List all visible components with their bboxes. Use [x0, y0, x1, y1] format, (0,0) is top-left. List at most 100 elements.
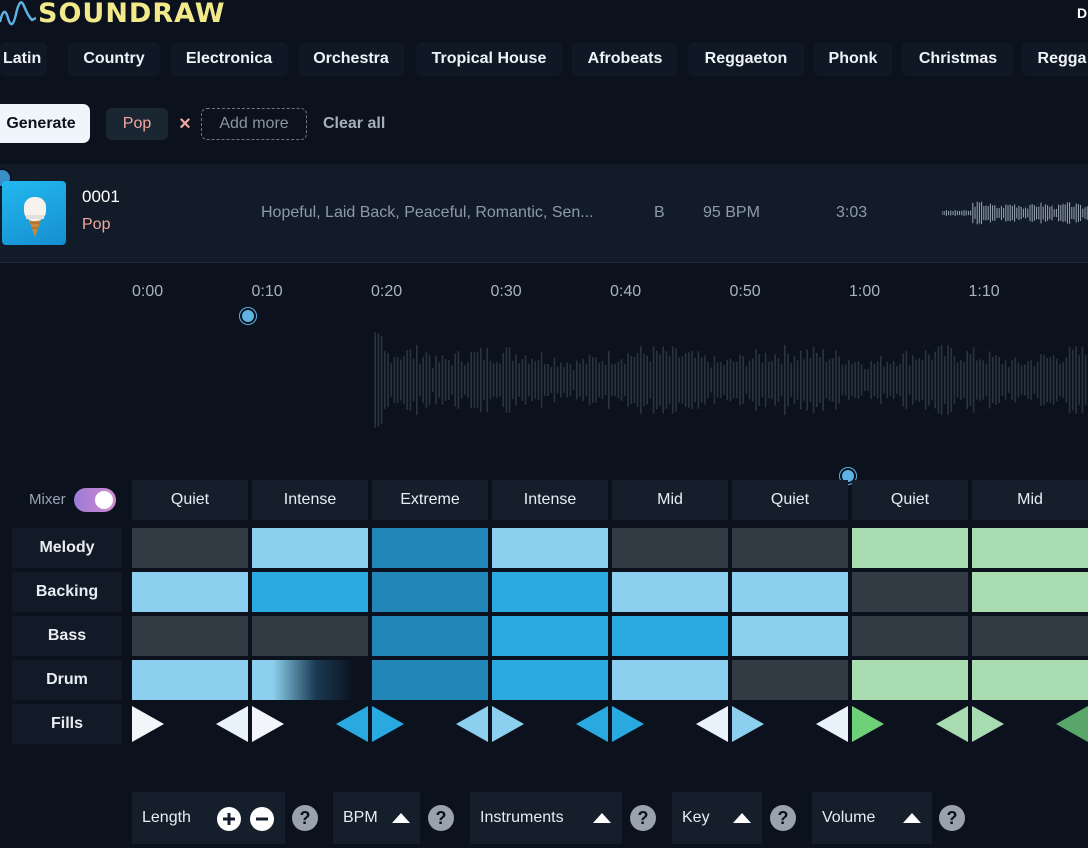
section-header[interactable]: Extreme	[372, 480, 488, 520]
mixer-cell-bass[interactable]	[972, 616, 1088, 656]
genre-chip-pop[interactable]: Pop	[106, 108, 168, 140]
fill-out-marker[interactable]	[456, 706, 488, 742]
timeline-tick: 0:00	[132, 283, 164, 300]
genre-tab-orchestra[interactable]: Orchestra	[298, 42, 404, 76]
mixer-cell-melody[interactable]	[492, 528, 608, 568]
mixer-cell-melody[interactable]	[372, 528, 488, 568]
fill-out-marker[interactable]	[816, 706, 848, 742]
mixer-cell-backing[interactable]	[732, 572, 848, 612]
mixer-cell-melody[interactable]	[852, 528, 968, 568]
fill-out-marker[interactable]	[696, 706, 728, 742]
bpm-label: BPM	[343, 809, 378, 826]
mixer-cell-drum[interactable]	[852, 660, 968, 700]
fill-in-marker[interactable]	[372, 706, 404, 742]
genre-tab-reggaeton[interactable]: Reggaeton	[688, 42, 804, 76]
instruments-control[interactable]: Instruments	[470, 792, 622, 844]
timeline-tick: 0:40	[610, 283, 642, 300]
mixer-cell-backing[interactable]	[612, 572, 728, 612]
mixer-cell-backing[interactable]	[852, 572, 968, 612]
minus-circle-icon[interactable]	[249, 806, 275, 832]
genre-tab-regga[interactable]: Regga	[1022, 42, 1088, 76]
fill-out-marker[interactable]	[576, 706, 608, 742]
mixer-toggle[interactable]	[74, 488, 116, 512]
clear-all-button[interactable]: Clear all	[323, 108, 385, 140]
track-number: 0001	[82, 187, 120, 206]
section-header[interactable]: Intense	[492, 480, 608, 520]
generate-button[interactable]: Generate	[0, 104, 90, 143]
mixer-cell-backing[interactable]	[252, 572, 368, 612]
fill-in-marker[interactable]	[852, 706, 884, 742]
track-bpm: 95 BPM	[703, 204, 760, 221]
fill-in-marker[interactable]	[972, 706, 1004, 742]
section-header[interactable]: Quiet	[732, 480, 848, 520]
key-label: Key	[682, 809, 710, 826]
genre-tab-christmas[interactable]: Christmas	[902, 42, 1014, 76]
fill-out-marker[interactable]	[336, 706, 368, 742]
chevron-up-icon	[593, 813, 611, 823]
mixer-cell-drum[interactable]	[252, 660, 368, 700]
logo[interactable]: SOUNDRAW	[0, 0, 226, 28]
genre-tab-electronica[interactable]: Electronica	[170, 42, 288, 76]
main-waveform[interactable]	[132, 318, 1088, 442]
key-control[interactable]: Key	[672, 792, 762, 844]
mixer-cell-backing[interactable]	[492, 572, 608, 612]
mixer-cell-melody[interactable]	[612, 528, 728, 568]
mixer-cell-melody[interactable]	[252, 528, 368, 568]
fill-in-marker[interactable]	[132, 706, 164, 742]
section-header[interactable]: Quiet	[132, 480, 248, 520]
fill-out-marker[interactable]	[1056, 706, 1088, 742]
mixer-cell-drum[interactable]	[612, 660, 728, 700]
volume-control[interactable]: Volume	[812, 792, 932, 844]
bpm-help-icon[interactable]: ?	[428, 805, 454, 831]
row-label-fills: Fills	[12, 704, 122, 744]
mixer-cell-bass[interactable]	[492, 616, 608, 656]
mixer-cell-melody[interactable]	[132, 528, 248, 568]
mixer-cell-bass[interactable]	[372, 616, 488, 656]
mixer-cell-bass[interactable]	[732, 616, 848, 656]
mixer-cell-bass[interactable]	[612, 616, 728, 656]
row-label-backing: Backing	[12, 572, 122, 612]
mixer-cell-backing[interactable]	[132, 572, 248, 612]
track-mini-waveform[interactable]	[942, 198, 1088, 228]
mixer-cell-backing[interactable]	[972, 572, 1088, 612]
mixer-cell-drum[interactable]	[492, 660, 608, 700]
section-header[interactable]: Mid	[972, 480, 1088, 520]
section-header[interactable]: Intense	[252, 480, 368, 520]
remove-chip-icon[interactable]: ×	[176, 112, 194, 136]
mixer-cell-bass[interactable]	[852, 616, 968, 656]
header-right-label[interactable]: D	[1077, 5, 1087, 21]
mixer-cell-drum[interactable]	[372, 660, 488, 700]
length-help-icon[interactable]: ?	[292, 805, 318, 831]
fill-out-marker[interactable]	[936, 706, 968, 742]
genre-tab-tropical-house[interactable]: Tropical House	[416, 42, 562, 76]
mixer-cell-melody[interactable]	[972, 528, 1088, 568]
fill-in-marker[interactable]	[732, 706, 764, 742]
timeline-tick: 0:20	[371, 283, 403, 300]
section-header[interactable]: Quiet	[852, 480, 968, 520]
fill-in-marker[interactable]	[252, 706, 284, 742]
mixer-cell-drum[interactable]	[132, 660, 248, 700]
mixer-cell-drum[interactable]	[972, 660, 1088, 700]
section-header[interactable]: Mid	[612, 480, 728, 520]
bpm-control[interactable]: BPM	[333, 792, 420, 844]
fill-out-marker[interactable]	[216, 706, 248, 742]
instruments-help-icon[interactable]: ?	[630, 805, 656, 831]
genre-tab-phonk[interactable]: Phonk	[814, 42, 892, 76]
fill-in-marker[interactable]	[612, 706, 644, 742]
track-duration: 3:03	[836, 204, 868, 221]
fill-in-marker[interactable]	[492, 706, 524, 742]
genre-tab-afrobeats[interactable]: Afrobeats	[572, 42, 678, 76]
add-more-button[interactable]: Add more	[201, 108, 307, 140]
plus-circle-icon[interactable]	[216, 806, 242, 832]
mixer-cell-melody[interactable]	[732, 528, 848, 568]
mixer-cell-bass[interactable]	[132, 616, 248, 656]
fills-row	[132, 706, 1088, 742]
mixer-cell-bass[interactable]	[252, 616, 368, 656]
volume-help-icon[interactable]: ?	[939, 805, 965, 831]
mixer-cell-backing[interactable]	[372, 572, 488, 612]
mixer-cell-drum[interactable]	[732, 660, 848, 700]
key-help-icon[interactable]: ?	[770, 805, 796, 831]
genre-tab-country[interactable]: Country	[68, 42, 160, 76]
track-cover-image[interactable]	[2, 181, 66, 245]
genre-tab-latin[interactable]: Latin	[0, 42, 47, 76]
